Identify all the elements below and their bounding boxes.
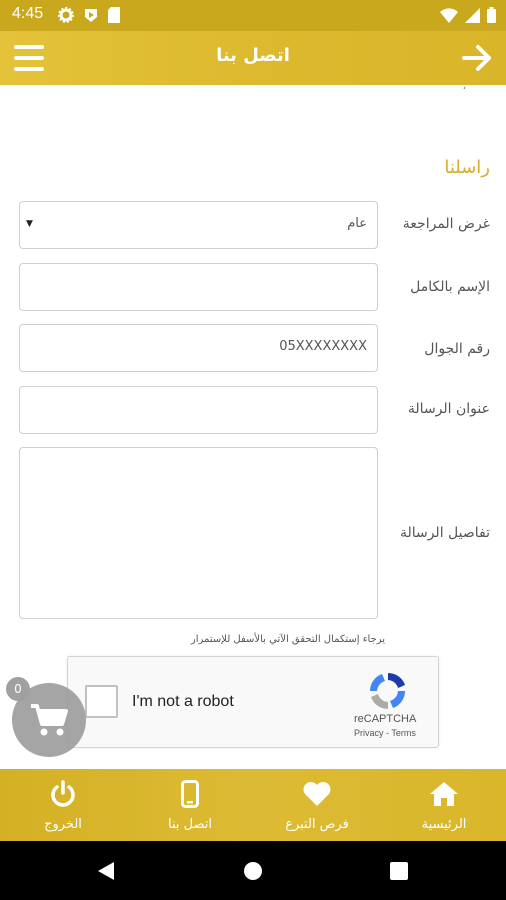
home-icon [430, 782, 458, 806]
bottom-nav: الرئيسية فرص التبرع اتصل بنا الخروج [0, 769, 506, 841]
battery-icon [487, 7, 496, 23]
purpose-label: غرض المراجعة [402, 216, 490, 232]
mobile-label: رقم الجوال [424, 341, 490, 357]
recaptcha-brand: reCAPTCHA [354, 713, 417, 725]
play-protect-icon [85, 9, 97, 22]
mobile-placeholder: 05XXXXXXXX [279, 339, 367, 354]
subject-label: عنوان الرسالة [407, 401, 490, 417]
recaptcha-links[interactable]: Privacy - Terms [354, 728, 416, 738]
fullname-input[interactable] [19, 263, 378, 311]
details-textarea[interactable] [19, 447, 378, 619]
mobile-input[interactable]: 05XXXXXXXX [19, 324, 378, 372]
cart-icon [31, 704, 68, 736]
details-label: تفاصيل الرسالة [399, 525, 490, 541]
section-title: راسلنا [444, 157, 490, 178]
subject-input[interactable] [19, 386, 378, 434]
heart-icon [303, 782, 331, 806]
nav-item-home[interactable]: الرئيسية [389, 779, 499, 832]
cart-count-badge: 0 [6, 677, 30, 701]
app-bar: اتصل بنا [0, 31, 506, 85]
system-home-icon[interactable] [243, 861, 263, 881]
status-time: 4:45 [12, 5, 44, 22]
dropdown-arrow-icon: ▼ [26, 219, 33, 229]
recaptcha-widget: I'm not a robot reCAPTCHA Privacy - Term… [67, 656, 439, 748]
verification-hint: يرجاء إستكمال التحقق الآتي بالأسفل للإست… [190, 634, 385, 645]
settings-icon [58, 7, 74, 23]
status-bar: 4:45 [0, 0, 506, 31]
nav-item-logout[interactable]: الخروج [8, 779, 118, 832]
sd-card-icon [108, 7, 120, 23]
nav-item-donations[interactable]: فرص التبرع [262, 779, 372, 832]
back-button[interactable] [462, 43, 494, 73]
content-area: ، راسلنا غرض المراجعة ▼ عام الإسم بالكام… [0, 85, 506, 769]
previous-text: ، [462, 85, 466, 92]
fullname-label: الإسم بالكامل [410, 279, 490, 295]
nav-item-contact[interactable]: اتصل بنا [135, 779, 245, 832]
signal-icon [465, 7, 480, 23]
recaptcha-checkbox[interactable] [85, 685, 118, 718]
recaptcha-label: I'm not a robot [132, 693, 234, 710]
power-icon [51, 780, 75, 807]
system-recents-icon[interactable] [389, 861, 409, 881]
wifi-icon [440, 7, 458, 23]
arrow-right-icon [462, 45, 491, 71]
system-back-icon[interactable] [96, 861, 116, 881]
phone-icon [181, 780, 199, 808]
recaptcha-logo-icon [369, 673, 406, 709]
page-title: اتصل بنا [216, 45, 290, 66]
purpose-value: عام [347, 216, 367, 231]
system-nav-bar [0, 841, 506, 900]
purpose-select[interactable]: ▼ عام [19, 201, 378, 249]
